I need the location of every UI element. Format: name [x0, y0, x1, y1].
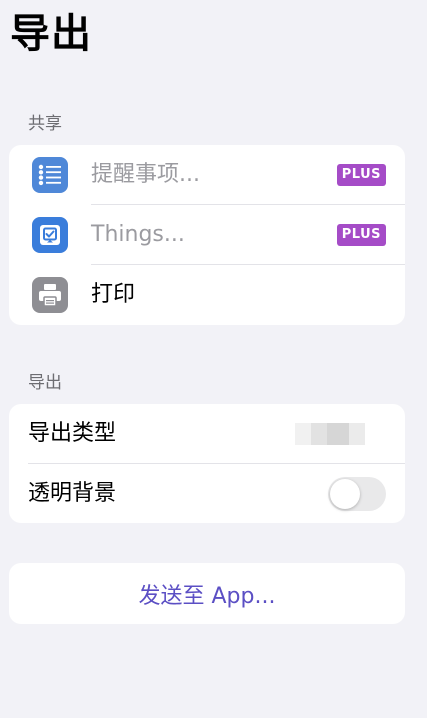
- share-row-print[interactable]: 打印: [9, 265, 405, 325]
- things-checkbox-icon: [32, 217, 68, 253]
- things-label: Things...: [91, 222, 185, 247]
- export-card: 导出类型 透明背景: [9, 404, 405, 523]
- export-type-label: 导出类型: [28, 421, 117, 446]
- transparent-background-row: 透明背景: [9, 464, 405, 523]
- share-row-things[interactable]: Things... PLUS: [9, 205, 405, 265]
- reminders-list-icon: [32, 157, 68, 193]
- plus-badge: PLUS: [336, 164, 386, 186]
- toggle-knob: [330, 479, 360, 509]
- export-type-value: [295, 423, 365, 445]
- printer-icon: [32, 277, 68, 313]
- export-section-header: 导出: [28, 373, 62, 393]
- transparent-background-label: 透明背景: [28, 481, 117, 506]
- print-label: 打印: [91, 282, 136, 307]
- share-row-reminders[interactable]: 提醒事项... PLUS: [9, 145, 405, 205]
- share-section-header: 共享: [28, 114, 62, 134]
- plus-badge: PLUS: [336, 224, 386, 246]
- share-card: 提醒事项... PLUS Things... PLUS 打印: [9, 145, 405, 325]
- reminders-label: 提醒事项...: [91, 162, 200, 187]
- send-to-app-button[interactable]: 发送至 App...: [9, 563, 405, 624]
- page-title: 导出: [10, 11, 92, 57]
- export-type-row[interactable]: 导出类型: [9, 404, 405, 464]
- transparent-background-toggle[interactable]: [328, 477, 386, 511]
